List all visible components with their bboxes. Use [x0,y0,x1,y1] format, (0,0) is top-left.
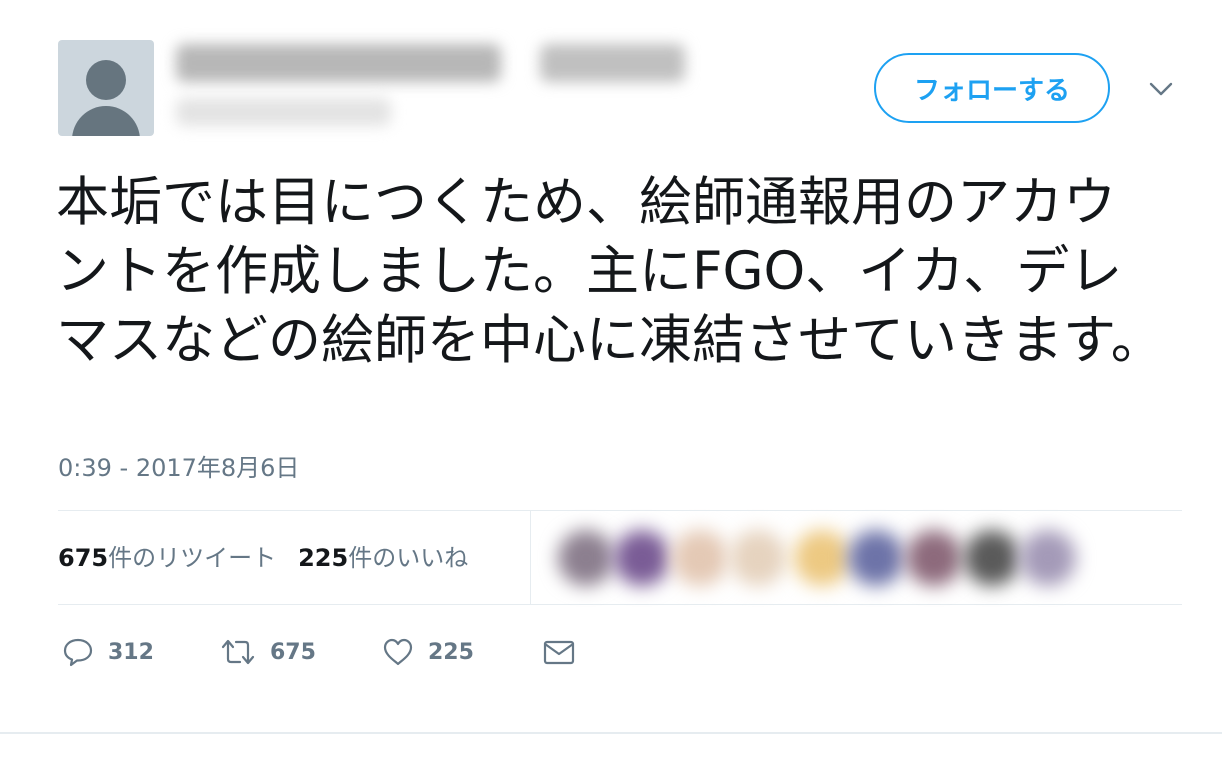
avatar[interactable] [730,530,786,586]
divider [0,732,1222,734]
chevron-down-icon [1149,82,1173,96]
retweet-button[interactable]: 675 [220,630,316,674]
avatar[interactable] [848,530,904,586]
heart-icon [383,638,413,666]
liker-avatars-redacted [548,526,1078,590]
tweet-stats: 675件のリツイート 225件のいいね [58,538,468,573]
direct-message-button[interactable] [542,630,576,674]
retweet-count: 675 [270,639,316,665]
default-avatar-head [86,60,126,100]
avatar[interactable] [1020,530,1076,586]
follow-button[interactable]: フォローする [874,53,1110,123]
tweet-timestamp[interactable]: 0:39 - 2017年8月6日 [58,448,299,483]
retweet-stat-link[interactable]: 675件のリツイート [58,544,276,572]
avatar[interactable] [672,530,728,586]
retweet-stat-count: 675 [58,544,109,572]
like-stat-count: 225 [298,544,349,572]
like-button[interactable]: 225 [382,630,474,674]
retweet-stat-label: 件のリツイート [108,544,277,572]
stats-separator [530,511,531,604]
divider [58,510,1182,511]
avatar[interactable] [794,530,850,586]
like-count: 225 [428,639,474,665]
like-stat-label: 件のいいね [348,544,469,572]
tweet-text: 本垢では目につくため、絵師通報用のアカウントを作成しました。主にFGO、イカ、デ… [56,172,1164,371]
avatar[interactable] [964,530,1020,586]
tweet-card: フォローする 本垢では目につくため、絵師通報用のアカウントを作成しました。主にF… [0,0,1222,784]
retweet-icon [221,639,255,665]
like-stat-link[interactable]: 225件のいいね [298,544,468,572]
divider [58,604,1182,605]
avatar[interactable] [906,530,962,586]
display-name-redacted-extra [540,44,685,82]
more-options-button[interactable] [1146,76,1176,102]
username-redacted[interactable] [176,98,391,126]
avatar[interactable] [558,530,614,586]
avatar[interactable] [614,530,670,586]
reply-count: 312 [108,639,154,665]
reply-button[interactable]: 312 [62,630,154,674]
reply-icon [63,638,93,667]
default-avatar-body [72,106,140,136]
display-name-redacted[interactable] [176,44,501,82]
avatar[interactable] [58,40,154,136]
envelope-icon [543,640,575,665]
